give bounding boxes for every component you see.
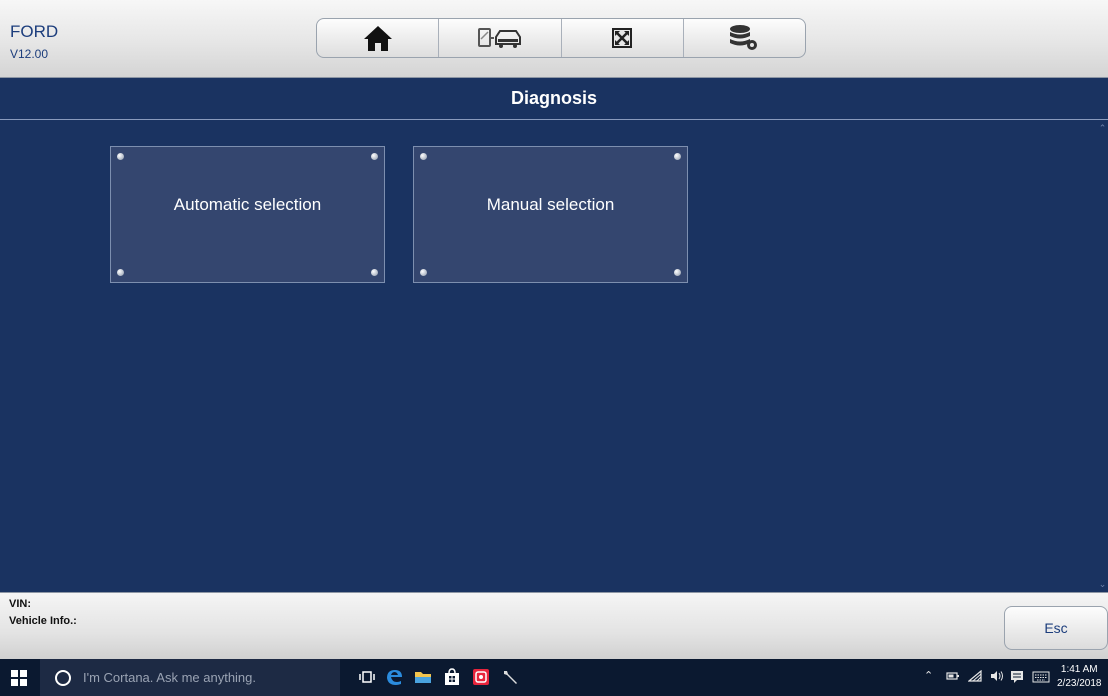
- header-bar: FORD V12.00: [0, 0, 1108, 78]
- windows-taskbar: I'm Cortana. Ask me anything. ⌃ 1:41 AM …: [0, 659, 1108, 696]
- selection-panel: Automatic selection Manual selection ⌃ ⌄: [0, 120, 1108, 592]
- task-view-icon: [359, 671, 375, 683]
- chevron-up-icon: ⌃: [924, 670, 934, 682]
- version-label: V12.00: [10, 47, 49, 61]
- app-red-icon: [473, 669, 489, 685]
- tile-label: Manual selection: [486, 194, 615, 214]
- vehicle-connect-button[interactable]: [439, 19, 562, 57]
- edge-button[interactable]: [385, 668, 403, 686]
- scroll-up-icon[interactable]: ⌃: [1097, 122, 1108, 134]
- wifi-tray-button[interactable]: [967, 669, 982, 685]
- clock-date: 2/23/2018: [1057, 678, 1102, 689]
- task-view-button[interactable]: [358, 668, 376, 686]
- clock-time: 1:41 AM: [1060, 664, 1098, 675]
- automatic-selection-tile[interactable]: Automatic selection: [110, 146, 385, 283]
- show-hidden-icons-button[interactable]: ⌃: [924, 669, 933, 682]
- screw-icon: [117, 269, 124, 276]
- wrench-icon: [504, 671, 517, 684]
- screw-icon: [420, 153, 427, 160]
- battery-icon: [946, 672, 959, 680]
- database-settings-button[interactable]: [684, 19, 805, 57]
- fullscreen-icon: [612, 28, 633, 48]
- diagnostic-app-taskbar-button[interactable]: [501, 668, 519, 686]
- pinned-app-button[interactable]: [472, 668, 490, 686]
- folder-icon: [415, 672, 431, 683]
- main-toolbar: [316, 18, 806, 58]
- footer-bar: VIN: Vehicle Info.: Esc: [0, 592, 1108, 660]
- page-title-bar: Diagnosis: [0, 78, 1108, 120]
- volume-tray-button[interactable]: [990, 670, 1004, 685]
- speaker-icon: [991, 671, 1003, 681]
- notification-icon: [1011, 671, 1023, 683]
- edge-icon: [387, 670, 402, 685]
- store-bag-icon: [445, 668, 459, 685]
- brand-title: FORD: [10, 22, 59, 41]
- tile-label: Automatic selection: [173, 194, 322, 214]
- store-button[interactable]: [443, 668, 461, 686]
- cortana-icon: [55, 669, 71, 686]
- home-button[interactable]: [317, 19, 440, 57]
- page-title: Diagnosis: [510, 88, 598, 108]
- search-placeholder: I'm Cortana. Ask me anything.: [83, 670, 257, 685]
- vehicle-info-label: Vehicle Info.:: [9, 615, 77, 627]
- windows-logo-icon: [11, 670, 18, 677]
- esc-button[interactable]: Esc: [1004, 606, 1108, 650]
- scroll-down-icon[interactable]: ⌄: [1097, 578, 1108, 590]
- fullscreen-button[interactable]: [562, 19, 684, 57]
- battery-tray-button[interactable]: [946, 671, 960, 684]
- screw-icon: [420, 269, 427, 276]
- vin-label: VIN:: [9, 598, 31, 610]
- touch-keyboard-button[interactable]: [1032, 671, 1050, 686]
- start-button[interactable]: [11, 670, 27, 686]
- action-center-button[interactable]: [1010, 670, 1024, 687]
- system-clock[interactable]: 1:41 AM 2/23/2018: [1057, 663, 1102, 691]
- cortana-search-box[interactable]: I'm Cortana. Ask me anything.: [40, 659, 340, 696]
- screw-icon: [371, 153, 378, 160]
- database-settings-icon: [730, 25, 758, 50]
- screw-icon: [674, 153, 681, 160]
- screw-icon: [674, 269, 681, 276]
- file-explorer-button[interactable]: [414, 668, 432, 686]
- screw-icon: [371, 269, 378, 276]
- home-icon: [363, 26, 392, 51]
- screw-icon: [117, 153, 124, 160]
- manual-selection-tile[interactable]: Manual selection: [413, 146, 688, 283]
- diagnostic-app-window: FORD V12.00 Diagnosis Automatic selectio…: [0, 0, 1108, 660]
- wifi-icon: [967, 669, 982, 682]
- vehicle-connect-icon: [477, 28, 521, 48]
- vertical-scrollbar[interactable]: ⌃ ⌄: [1097, 120, 1108, 592]
- keyboard-icon: [1032, 671, 1050, 683]
